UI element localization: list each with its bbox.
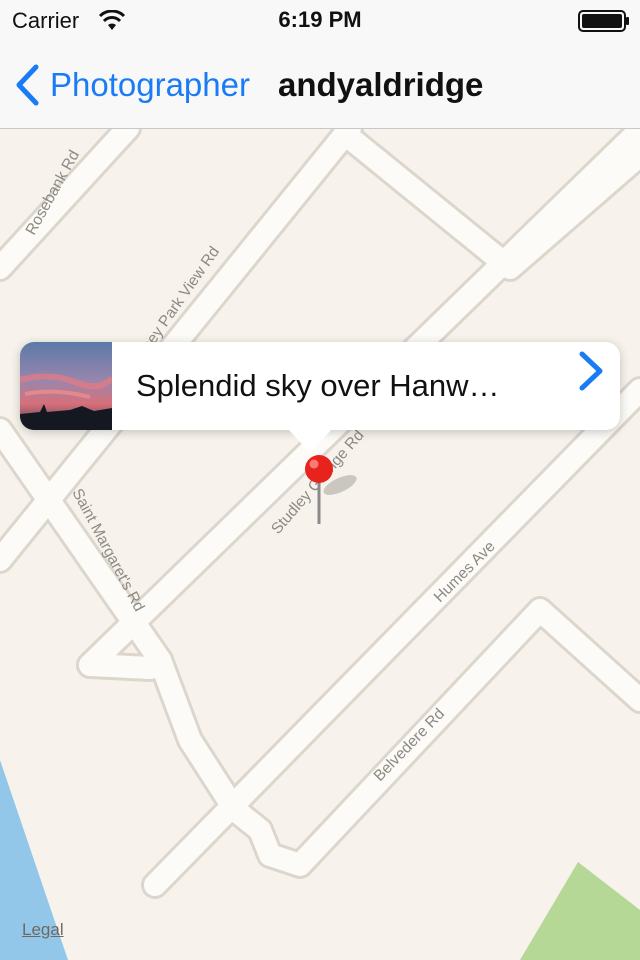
chevron-left-icon — [16, 64, 39, 106]
callout-title: Splendid sky over Hanw… — [136, 368, 500, 403]
back-button-label: Photographer — [50, 66, 250, 103]
status-bar: Carrier 6:19 PM — [0, 0, 640, 40]
callout-tail — [288, 429, 332, 453]
legal-link[interactable]: Legal — [22, 920, 64, 940]
map-view[interactable]: Rosebank Rd Haney Park View Rd Studley G… — [0, 128, 640, 960]
annotation-callout[interactable]: Splendid sky over Hanw… — [20, 342, 620, 430]
photo-thumbnail[interactable] — [20, 342, 112, 430]
back-button[interactable]: Photographer — [14, 62, 250, 108]
nav-title: andyaldridge — [278, 66, 484, 103]
battery-icon — [578, 10, 629, 32]
chevron-right-icon[interactable] — [576, 350, 606, 392]
map-pin-icon[interactable] — [300, 452, 360, 532]
status-time: 6:19 PM — [278, 7, 362, 32]
